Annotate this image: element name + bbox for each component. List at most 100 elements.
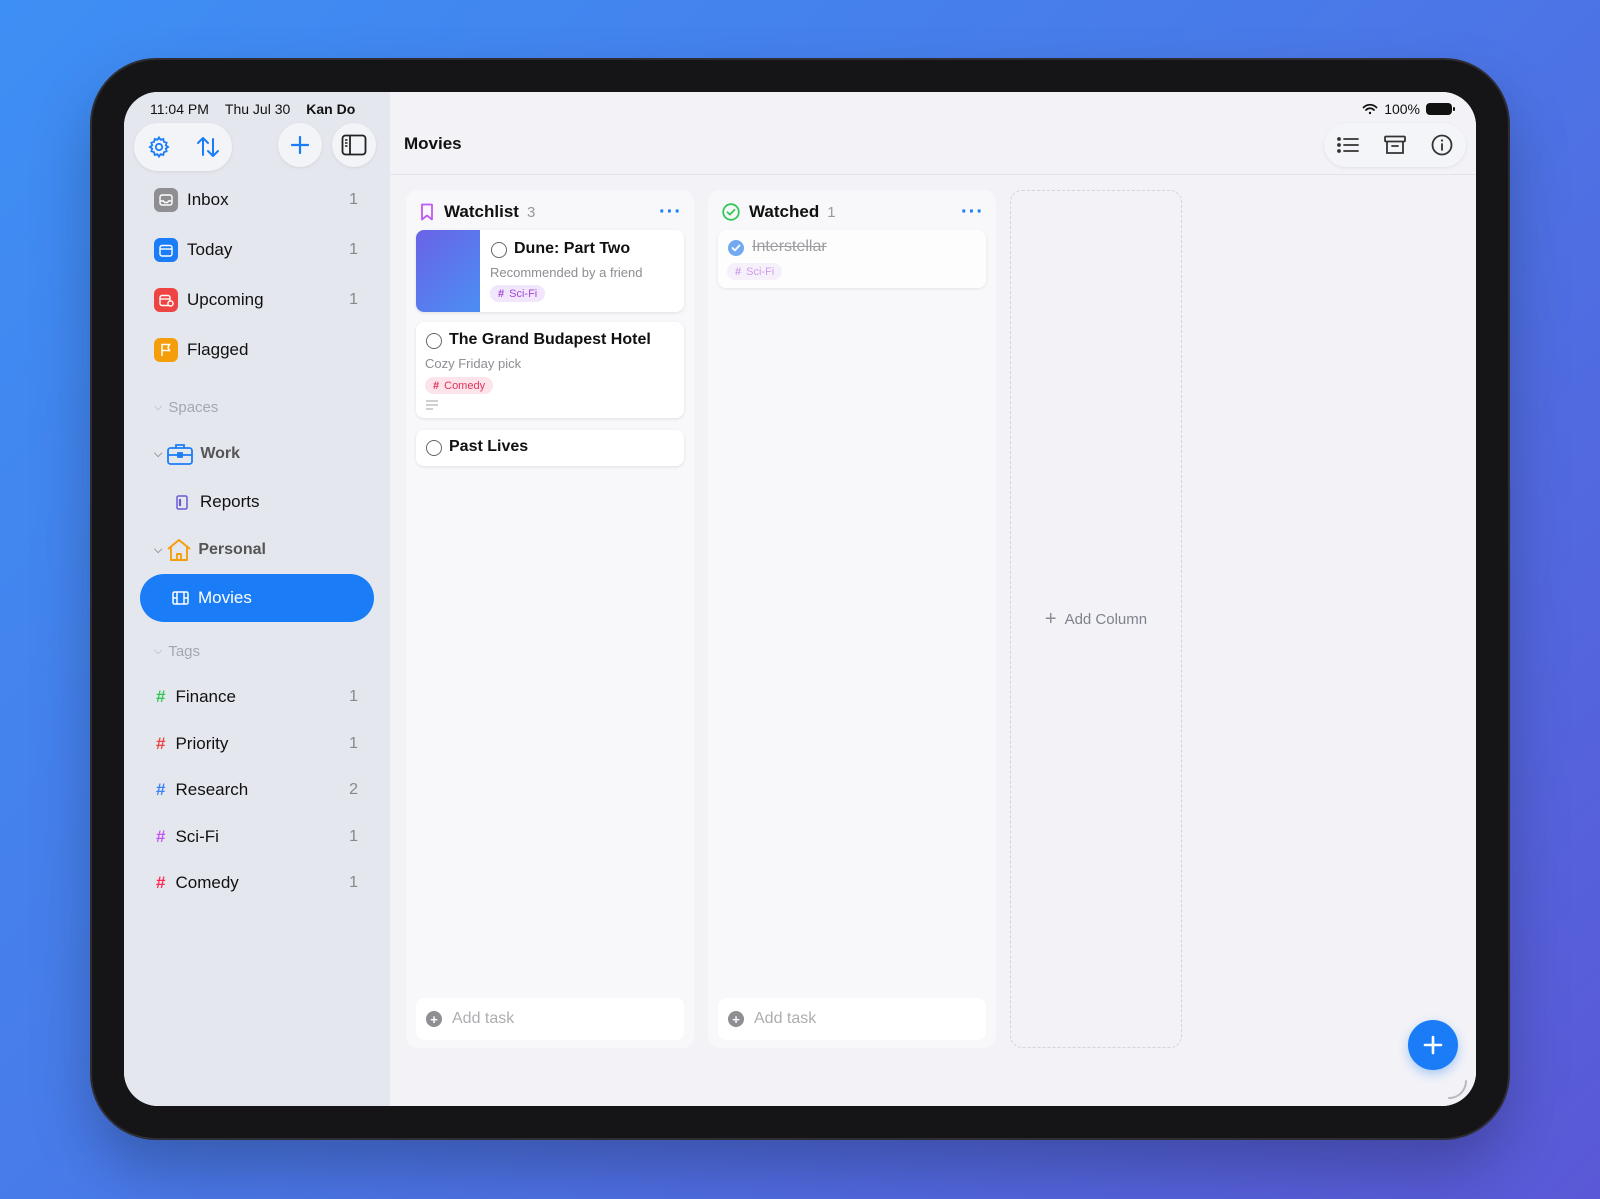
flag-icon — [154, 338, 178, 362]
sidebar-item-label: Inbox — [187, 190, 229, 209]
task-note: Recommended by a friend — [490, 265, 643, 280]
sidebar: 11:04 PM Thu Jul 30 Kan Do Inbox 1 Today… — [124, 92, 390, 1106]
sidebar-item-count: 1 — [349, 191, 358, 208]
task-card-grand-budapest[interactable]: The Grand Budapest Hotel Cozy Friday pic… — [416, 322, 684, 418]
space-label: Personal — [198, 541, 266, 558]
info-icon — [1431, 134, 1453, 156]
calendar-clock-icon — [154, 288, 178, 312]
add-button[interactable] — [278, 123, 322, 167]
screen: 11:04 PM Thu Jul 30 Kan Do Inbox 1 Today… — [124, 92, 1476, 1106]
chevron-down-icon: ⌵ — [154, 543, 163, 556]
sidebar-item-reports[interactable]: Reports — [140, 478, 374, 526]
sort-button[interactable] — [187, 126, 229, 168]
smart-lists: Inbox 1 Today 1 Upcoming 1 Flagged — [140, 175, 374, 375]
archive-button[interactable] — [1374, 124, 1416, 166]
hash-icon: # — [433, 379, 440, 392]
sidebar-item-upcoming[interactable]: Upcoming 1 — [140, 275, 374, 325]
task-card-dune[interactable]: Dune: Part Two Recommended by a friend #… — [416, 230, 684, 312]
wifi-icon — [1362, 103, 1378, 115]
task-card-past-lives[interactable]: Past Lives — [416, 430, 684, 466]
sidebar-tag-research[interactable]: # Research 2 — [140, 767, 374, 814]
chevron-down-icon: ⌵ — [154, 400, 163, 413]
chevron-down-icon: ⌵ — [154, 447, 163, 460]
add-column-label: Add Column — [1064, 610, 1148, 628]
sidebar-item-movies[interactable]: Movies — [140, 574, 374, 622]
list-label: Reports — [200, 492, 260, 511]
notes-icon — [426, 400, 438, 410]
sidebar-toolbar-left — [134, 123, 232, 171]
task-card-interstellar[interactable]: Interstellar # Sci-Fi — [718, 230, 986, 288]
add-task-button[interactable]: + Add task — [416, 998, 684, 1040]
info-button[interactable] — [1421, 124, 1463, 166]
column-watched: Watched 1 ··· Interstellar # Sci-Fi + Ad… — [708, 190, 996, 1048]
add-task-label: Add task — [754, 1010, 817, 1027]
sidebar-item-flagged[interactable]: Flagged — [140, 325, 374, 375]
plus-circle-icon: + — [426, 1011, 442, 1027]
space-work[interactable]: ⌵ Work — [140, 430, 374, 478]
task-title: Past Lives — [449, 438, 529, 455]
spaces-header-label: Spaces — [168, 398, 219, 416]
spaces-section: ⌵ Spaces ⌵ Work Reports ⌵ Personal Movie… — [140, 384, 374, 622]
task-tag-scifi: # Sci-Fi — [490, 285, 546, 302]
space-label: Work — [200, 445, 241, 462]
task-title: The Grand Budapest Hotel — [449, 331, 651, 348]
task-tag-comedy: # Comedy — [425, 377, 494, 394]
settings-button[interactable] — [138, 126, 180, 168]
task-tag-label: Comedy — [444, 379, 486, 392]
column-more-button[interactable]: ··· — [961, 202, 984, 222]
completed-checkbox[interactable] — [728, 240, 744, 256]
spaces-header[interactable]: ⌵ Spaces — [140, 384, 374, 430]
sidebar-tag-comedy[interactable]: # Comedy 1 — [140, 860, 374, 907]
task-title: Dune: Part Two — [514, 240, 631, 257]
hash-icon: # — [156, 873, 166, 893]
calendar-icon — [154, 238, 178, 262]
sidebar-item-count: 1 — [349, 291, 358, 308]
sidebar-item-label: Flagged — [187, 340, 249, 359]
column-header: Watched 1 ··· — [722, 202, 984, 222]
plus-circle-icon: + — [728, 1011, 744, 1027]
tags-section: ⌵ Tags # Finance 1 # Priority 1 # Resear… — [140, 628, 374, 907]
sidebar-tag-scifi[interactable]: # Sci-Fi 1 — [140, 814, 374, 861]
add-task-label: Add task — [452, 1010, 515, 1027]
column-title: Watched — [749, 202, 820, 221]
list-view-button[interactable] — [1327, 124, 1369, 166]
sidebar-item-today[interactable]: Today 1 — [140, 225, 374, 275]
plus-icon — [290, 135, 310, 155]
card-cover-image — [416, 230, 480, 312]
sidebar-item-inbox[interactable]: Inbox 1 — [140, 175, 374, 225]
resize-handle-icon[interactable] — [1446, 1078, 1468, 1100]
archive-icon — [1384, 135, 1406, 154]
hash-icon: # — [498, 287, 505, 300]
column-watchlist: Watchlist 3 ··· Dune: Part Two Recommend… — [406, 190, 694, 1048]
sidebar-tag-priority[interactable]: # Priority 1 — [140, 721, 374, 768]
task-note: Cozy Friday pick — [425, 356, 522, 371]
hash-icon: # — [735, 265, 742, 278]
add-task-button[interactable]: + Add task — [718, 998, 986, 1040]
add-column-button[interactable]: + Add Column — [1010, 190, 1182, 1048]
sidebar-item-count: 1 — [349, 241, 358, 258]
sidebar-toggle-button[interactable] — [332, 123, 376, 167]
column-more-button[interactable]: ··· — [659, 202, 682, 222]
header-divider — [390, 174, 1476, 175]
tags-header-label: Tags — [168, 642, 201, 660]
view-toolbar — [1324, 123, 1466, 167]
status-time: 11:04 PM — [150, 101, 209, 117]
column-title: Watchlist — [444, 202, 519, 221]
sidebar-toggle-icon — [341, 134, 367, 156]
task-title: Interstellar — [752, 238, 827, 255]
floating-add-button[interactable] — [1408, 1020, 1458, 1070]
sidebar-tag-finance[interactable]: # Finance 1 — [140, 674, 374, 721]
status-bar-left: 11:04 PM Thu Jul 30 Kan Do — [150, 101, 355, 117]
tags-header[interactable]: ⌵ Tags — [140, 628, 374, 674]
tag-label: Finance — [175, 687, 236, 707]
task-checkbox[interactable] — [426, 333, 442, 349]
task-checkbox[interactable] — [426, 440, 442, 456]
ipad-frame: 11:04 PM Thu Jul 30 Kan Do Inbox 1 Today… — [92, 60, 1508, 1138]
gear-icon — [147, 135, 170, 159]
space-personal[interactable]: ⌵ Personal — [140, 526, 374, 574]
list-label: Movies — [198, 588, 252, 607]
tag-label: Sci-Fi — [175, 826, 219, 846]
film-icon — [172, 591, 189, 605]
task-checkbox[interactable] — [491, 242, 507, 258]
main-area: 100% Movies Watchlist 3 ··· Dune: Part T… — [390, 92, 1476, 1106]
